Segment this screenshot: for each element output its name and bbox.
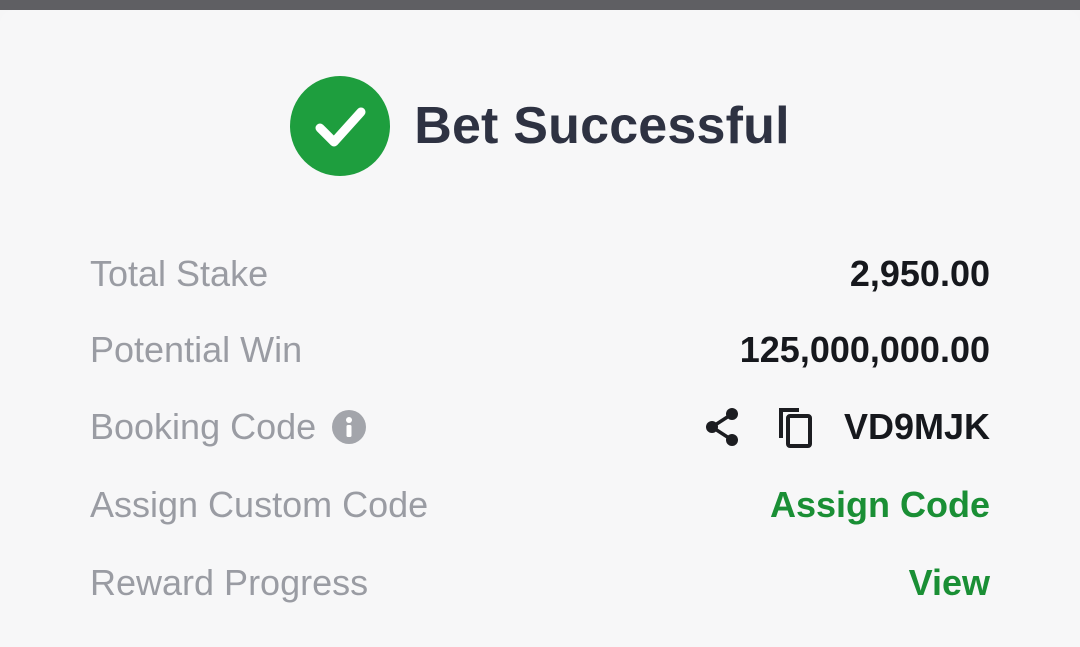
page-title: Bet Successful <box>414 97 790 155</box>
check-circle-icon <box>290 76 391 176</box>
reward-progress-label: Reward Progress <box>90 562 369 603</box>
potential-win-label: Potential Win <box>90 329 303 370</box>
assign-custom-code-label: Assign Custom Code <box>90 484 429 525</box>
booking-code-row: Booking Code VD9MJK <box>90 397 990 457</box>
booking-code-label-group: Booking Code <box>90 406 367 448</box>
total-stake-label: Total Stake <box>90 253 269 294</box>
bet-success-sheet: Bet Successful Total Stake 2,950.00 Pote… <box>0 10 1080 647</box>
potential-win-value: 125,000,000.00 <box>739 329 990 370</box>
top-bar <box>0 0 1080 10</box>
total-stake-row: Total Stake 2,950.00 <box>90 244 990 304</box>
potential-win-row: Potential Win 125,000,000.00 <box>90 320 990 380</box>
booking-code-value[interactable]: VD9MJK <box>844 406 990 448</box>
assign-code-button[interactable]: Assign Code <box>770 484 990 526</box>
info-icon[interactable] <box>332 410 367 444</box>
header: Bet Successful <box>0 76 1080 176</box>
share-icon[interactable] <box>700 404 746 450</box>
booking-code-label: Booking Code <box>90 406 317 447</box>
reward-progress-row: Reward Progress View <box>90 553 990 613</box>
copy-icon[interactable] <box>772 404 818 450</box>
booking-code-actions: VD9MJK <box>700 404 990 450</box>
total-stake-value: 2,950.00 <box>849 253 990 294</box>
assign-custom-code-row: Assign Custom Code Assign Code <box>90 475 990 535</box>
reward-progress-view-button[interactable]: View <box>909 562 990 604</box>
